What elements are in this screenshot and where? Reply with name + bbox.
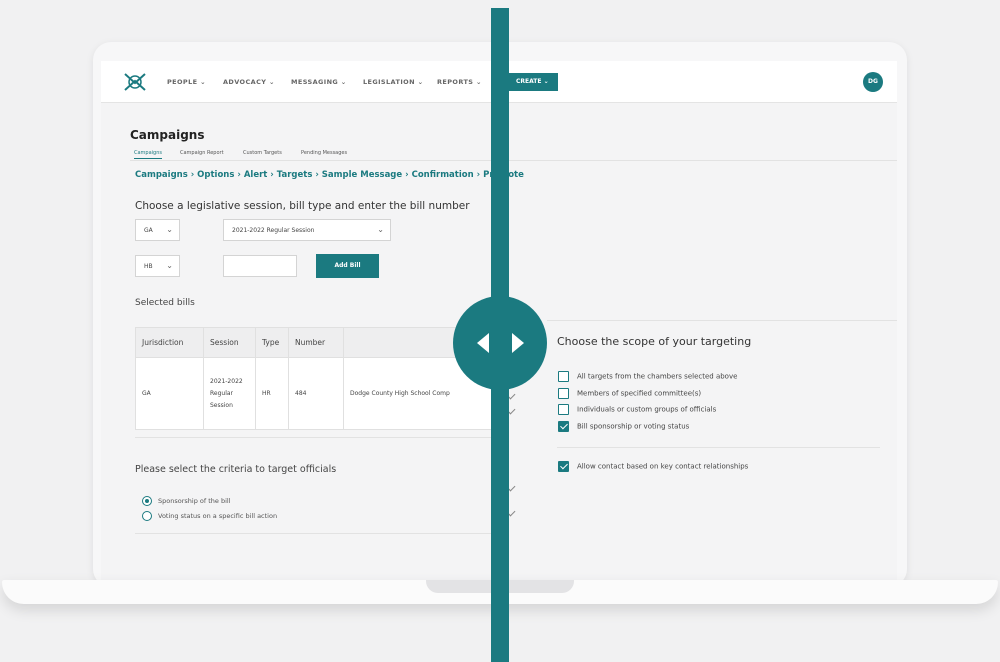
page-title: Campaigns [130, 128, 205, 142]
radio-selected[interactable] [142, 496, 152, 506]
session-select[interactable]: 2021-2022 Regular Session ⌄ [223, 219, 391, 241]
section-divider [135, 533, 505, 534]
tab-campaigns[interactable]: Campaigns [134, 150, 163, 159]
column-header: Type [255, 327, 289, 358]
avatar[interactable]: DG [863, 72, 883, 92]
checkbox[interactable] [558, 404, 569, 415]
section-divider [557, 447, 880, 448]
create-button[interactable]: CREATE ⌄ [508, 73, 558, 91]
nav-item-legislation[interactable]: LEGISLATION ⌄ [363, 78, 423, 86]
selected-bills-heading: Selected bills [135, 298, 195, 308]
scope-option-all-targets[interactable]: All targets from the chambers selected a… [558, 371, 737, 382]
comparison-slider-handle[interactable] [453, 296, 547, 390]
chevron-down-icon: ⌄ [166, 225, 173, 234]
criteria-option-sponsorship[interactable]: Sponsorship of the bill [142, 496, 231, 506]
cell-session: 2021-2022 Regular Session [203, 357, 256, 430]
key-contact-option[interactable]: Allow contact based on key contact relat… [558, 461, 748, 472]
arrow-right-icon [512, 333, 524, 353]
nav-item-advocacy[interactable]: ADVOCACY ⌄ [223, 78, 275, 86]
breadcrumb[interactable]: Campaigns › Options › Alert › Targets › … [135, 170, 524, 180]
nav-item-reports[interactable]: REPORTS ⌄ [437, 78, 482, 86]
bill-type-select[interactable]: HB ⌄ [135, 255, 180, 277]
radio-unselected[interactable] [142, 511, 152, 521]
bill-form-prompt: Choose a legislative session, bill type … [135, 200, 470, 212]
checkbox[interactable] [558, 371, 569, 382]
chevron-down-icon: ⌄ [166, 261, 173, 270]
arrow-left-icon [477, 333, 489, 353]
scope-option-individuals[interactable]: Individuals or custom groups of official… [558, 404, 716, 415]
checkbox-checked[interactable] [558, 461, 569, 472]
selected-bills-table: Jurisdiction Session Type Number GA 2021… [135, 327, 494, 430]
criteria-heading: Please select the criteria to target off… [135, 464, 337, 475]
bill-number-input[interactable] [223, 255, 297, 277]
scope-option-committees[interactable]: Members of specified committee(s) [558, 388, 701, 399]
state-select[interactable]: GA ⌄ [135, 219, 180, 241]
tab-custom-targets[interactable]: Custom Targets [243, 150, 282, 156]
tab-campaign-report[interactable]: Campaign Report [180, 150, 224, 156]
section-divider [547, 320, 897, 321]
cell-jurisdiction: GA [135, 357, 204, 430]
column-header: Jurisdiction [135, 327, 204, 358]
table-row[interactable]: GA 2021-2022 Regular Session HR 484 Dodg… [135, 357, 494, 430]
nav-item-messaging[interactable]: MESSAGING ⌄ [291, 78, 347, 86]
table-header-row: Jurisdiction Session Type Number [135, 327, 494, 358]
section-divider [135, 437, 505, 438]
scope-heading: Choose the scope of your targeting [557, 335, 752, 348]
logo-icon[interactable] [121, 71, 149, 93]
checkbox[interactable] [558, 388, 569, 399]
header-divider [130, 160, 897, 161]
chevron-down-icon: ⌄ [377, 225, 384, 234]
add-bill-button[interactable]: Add Bill [316, 254, 379, 278]
cell-number: 484 [288, 357, 344, 430]
cell-type: HR [255, 357, 289, 430]
column-header: Number [288, 327, 344, 358]
comparison-stage: PEOPLE ⌄ ADVOCACY ⌄ MESSAGING ⌄ LEGISLAT… [0, 0, 1000, 662]
column-header: Session [203, 327, 256, 358]
criteria-option-voting[interactable]: Voting status on a specific bill action [142, 511, 277, 521]
scope-option-bill-sponsorship[interactable]: Bill sponsorship or voting status [558, 421, 689, 432]
nav-item-people[interactable]: PEOPLE ⌄ [167, 78, 206, 86]
tab-pending-messages[interactable]: Pending Messages [301, 150, 347, 156]
checkbox-checked[interactable] [558, 421, 569, 432]
